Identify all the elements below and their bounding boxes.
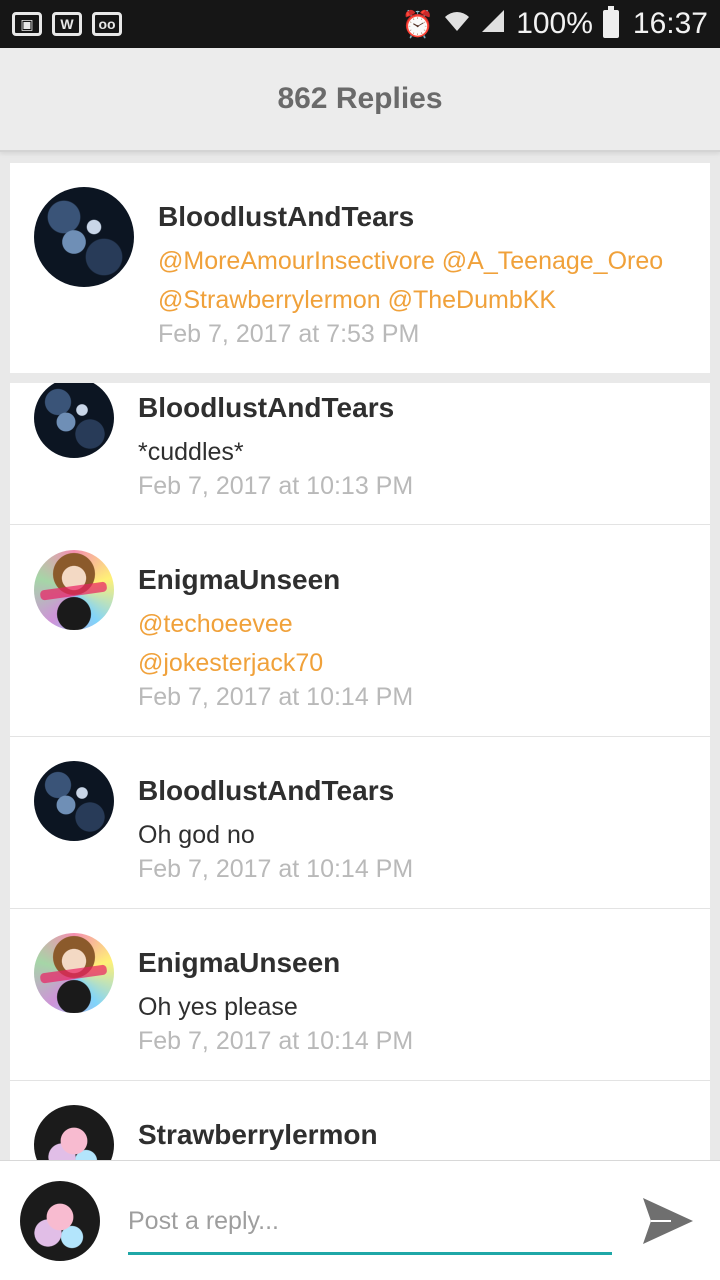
- avatar[interactable]: [34, 383, 114, 458]
- send-button[interactable]: [636, 1191, 700, 1251]
- reply-item[interactable]: BloodlustAndTears *cuddles* Feb 7, 2017 …: [10, 383, 710, 525]
- original-post-card[interactable]: BloodlustAndTears @MoreAmourInsectivore …: [10, 163, 710, 373]
- voicemail-icon: oo: [92, 12, 122, 36]
- gallery-icon: ▣: [12, 12, 42, 36]
- wifi-icon: [444, 9, 470, 40]
- reply-timestamp: Feb 7, 2017 at 10:14 PM: [138, 1027, 414, 1055]
- battery-percent: 100%: [516, 7, 593, 40]
- reply-input[interactable]: [128, 1191, 612, 1255]
- reply-author[interactable]: EnigmaUnseen: [138, 947, 340, 979]
- reply-author[interactable]: Strawberrylermon: [138, 1119, 378, 1151]
- app-header: 862 Replies: [0, 48, 720, 152]
- reply-timestamp: Feb 7, 2017 at 10:14 PM: [138, 855, 414, 883]
- avatar[interactable]: [34, 761, 114, 841]
- page-title: 862 Replies: [277, 82, 443, 115]
- mention-link[interactable]: @Strawberrylermon @TheDumbKK: [158, 286, 556, 315]
- reply-item[interactable]: EnigmaUnseen Oh yes please Feb 7, 2017 a…: [10, 909, 710, 1081]
- post-author[interactable]: BloodlustAndTears: [158, 201, 414, 233]
- post-timestamp: Feb 7, 2017 at 7:53 PM: [158, 320, 420, 348]
- send-icon: [643, 1198, 693, 1244]
- reply-timestamp: Feb 7, 2017 at 10:13 PM: [138, 472, 414, 500]
- reply-list[interactable]: BloodlustAndTears *cuddles* Feb 7, 2017 …: [10, 383, 710, 1160]
- reply-item[interactable]: EnigmaUnseen @techoeevee @jokesterjack70…: [10, 525, 710, 737]
- alarm-icon: ⏰: [401, 8, 435, 39]
- reply-composer: [0, 1160, 720, 1280]
- status-bar: ▣ W oo ⏰ 100% 16:37: [0, 0, 720, 48]
- reply-author[interactable]: EnigmaUnseen: [138, 564, 340, 596]
- reply-text: *cuddles*: [138, 438, 244, 466]
- reply-timestamp: Feb 7, 2017 at 10:14 PM: [138, 683, 414, 711]
- mention-link[interactable]: @techoeevee: [138, 610, 293, 639]
- reply-item[interactable]: BloodlustAndTears Oh god no Feb 7, 2017 …: [10, 737, 710, 909]
- reply-author[interactable]: BloodlustAndTears: [138, 775, 394, 807]
- avatar[interactable]: [34, 933, 114, 1013]
- mention-link[interactable]: @MoreAmourInsectivore @A_Teenage_Oreo: [158, 247, 663, 276]
- mention-link[interactable]: @jokesterjack70: [138, 649, 323, 678]
- reply-text: Oh yes please: [138, 993, 298, 1021]
- battery-icon: [602, 6, 619, 38]
- reply-item[interactable]: Strawberrylermon: [10, 1081, 710, 1160]
- signal-icon: [480, 8, 506, 41]
- current-user-avatar[interactable]: [20, 1181, 100, 1261]
- reply-author[interactable]: BloodlustAndTears: [138, 392, 394, 424]
- clock: 16:37: [632, 7, 708, 40]
- avatar[interactable]: [34, 187, 134, 287]
- reply-text: Oh god no: [138, 821, 255, 849]
- w-app-icon: W: [52, 12, 82, 36]
- avatar[interactable]: [34, 550, 114, 630]
- avatar[interactable]: [34, 1105, 114, 1160]
